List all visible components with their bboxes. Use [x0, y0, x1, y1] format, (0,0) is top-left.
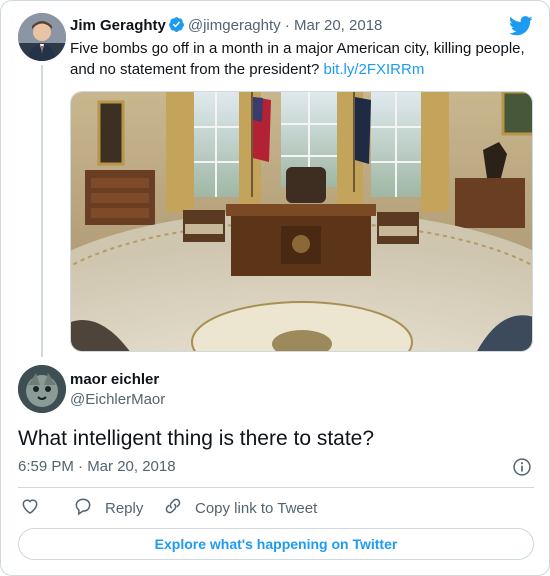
tweet-timestamp[interactable]: 6:59 PM · Mar 20, 2018 [18, 457, 176, 477]
divider [18, 487, 534, 488]
parent-tweet-date[interactable]: Mar 20, 2018 [294, 17, 382, 34]
copy-link-label: Copy link to Tweet [195, 499, 318, 517]
link-icon [163, 496, 195, 520]
verified-badge-icon [168, 16, 185, 39]
parent-tweet-body: Five bombs go off in a month in a major … [70, 40, 525, 78]
parent-tweet-link[interactable]: bit.ly/2FXIRRm [324, 61, 425, 78]
reply-bubble-icon [73, 496, 105, 520]
parent-author-name[interactable]: Jim Geraghty [70, 17, 166, 34]
separator-dot: · [284, 17, 290, 34]
author-name[interactable]: maor eichler [70, 370, 159, 390]
reply-button[interactable]: Reply [73, 497, 143, 519]
parent-tweet-text: Five bombs go off in a month in a major … [70, 38, 535, 80]
thread-line [41, 65, 43, 357]
explore-twitter-button[interactable]: Explore what's happening on Twitter [18, 528, 534, 560]
tweet-media-image[interactable] [70, 91, 533, 352]
parent-tweet-header: Jim Geraghty @jimgeraghty · Mar 20, 2018 [70, 16, 382, 39]
embedded-tweet-card: Jim Geraghty @jimgeraghty · Mar 20, 2018 … [0, 0, 550, 576]
parent-author-handle[interactable]: @jimgeraghty [188, 17, 281, 34]
info-icon[interactable] [512, 457, 532, 477]
tweet-text: What intelligent thing is there to state… [18, 427, 375, 450]
copy-link-button[interactable]: Copy link to Tweet [163, 497, 317, 519]
author-avatar[interactable] [18, 365, 66, 413]
twitter-bird-icon[interactable] [509, 15, 533, 37]
like-button[interactable] [20, 497, 52, 519]
parent-author-avatar[interactable] [18, 13, 66, 61]
heart-icon [20, 496, 52, 520]
author-handle[interactable]: @EichlerMaor [70, 390, 165, 410]
reply-label: Reply [105, 499, 144, 517]
